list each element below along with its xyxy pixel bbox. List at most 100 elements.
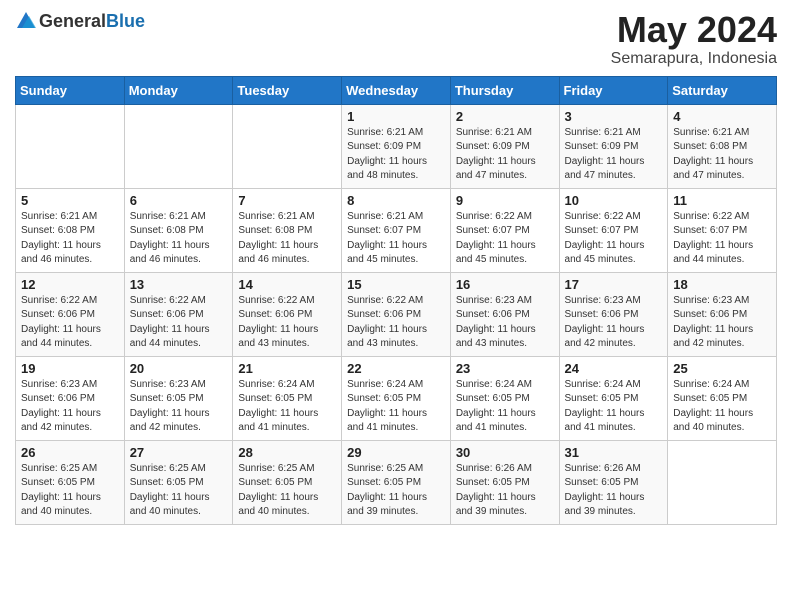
calendar-cell: 8 Sunrise: 6:21 AM Sunset: 6:07 PM Daylig… — [342, 188, 451, 272]
calendar-cell: 31 Sunrise: 6:26 AM Sunset: 6:05 PM Dayli… — [559, 440, 668, 524]
calendar-cell: 11 Sunrise: 6:22 AM Sunset: 6:07 PM Dayli… — [668, 188, 777, 272]
weekday-header-thursday: Thursday — [450, 76, 559, 104]
calendar-cell: 16Sunrise: 6:23 AM Sunset: 6:06 PM Dayli… — [450, 272, 559, 356]
calendar-week-row: 5 Sunrise: 6:21 AM Sunset: 6:08 PM Daylig… — [16, 188, 777, 272]
logo: GeneralBlue — [15, 10, 145, 32]
calendar-cell: 10Sunrise: 6:22 AM Sunset: 6:07 PM Dayli… — [559, 188, 668, 272]
calendar-cell: 19Sunrise: 6:23 AM Sunset: 6:06 PM Dayli… — [16, 356, 125, 440]
calendar-cell: 20 Sunrise: 6:23 AM Sunset: 6:05 PM Dayli… — [124, 356, 233, 440]
calendar-cell: 29 Sunrise: 6:25 AM Sunset: 6:05 PM Dayli… — [342, 440, 451, 524]
cell-content: Sunrise: 6:24 AM Sunset: 6:05 PM Dayligh… — [565, 378, 663, 436]
day-number: 31 — [565, 445, 663, 460]
calendar-header: SundayMondayTuesdayWednesdayThursdayFrid… — [16, 76, 777, 104]
weekday-header-friday: Friday — [559, 76, 668, 104]
cell-content: Sunrise: 6:22 AM Sunset: 6:07 PM Dayligh… — [456, 210, 554, 268]
day-number: 1 — [347, 109, 445, 124]
day-number: 8 — [347, 193, 445, 208]
calendar-cell: 27 Sunrise: 6:25 AM Sunset: 6:05 PM Dayli… — [124, 440, 233, 524]
logo-blue: Blue — [106, 11, 145, 31]
day-number: 20 — [130, 361, 228, 376]
cell-content: Sunrise: 6:23 AM Sunset: 6:06 PM Dayligh… — [565, 294, 663, 352]
day-number: 30 — [456, 445, 554, 460]
day-number: 12 — [21, 277, 119, 292]
calendar-table: SundayMondayTuesdayWednesdayThursdayFrid… — [15, 76, 777, 525]
cell-content: Sunrise: 6:23 AM Sunset: 6:05 PM Dayligh… — [130, 378, 228, 436]
cell-content: Sunrise: 6:22 AM Sunset: 6:06 PM Dayligh… — [21, 294, 119, 352]
calendar-cell: 1 Sunrise: 6:21 AM Sunset: 6:09 PM Daylig… — [342, 104, 451, 188]
calendar-cell — [668, 440, 777, 524]
calendar-cell: 21Sunrise: 6:24 AM Sunset: 6:05 PM Dayli… — [233, 356, 342, 440]
calendar-cell: 25 Sunrise: 6:24 AM Sunset: 6:05 PM Dayli… — [668, 356, 777, 440]
day-number: 14 — [238, 277, 336, 292]
calendar-cell — [233, 104, 342, 188]
calendar-cell: 15 Sunrise: 6:22 AM Sunset: 6:06 PM Dayli… — [342, 272, 451, 356]
day-number: 21 — [238, 361, 336, 376]
cell-content: Sunrise: 6:21 AM Sunset: 6:09 PM Dayligh… — [565, 126, 663, 184]
day-number: 4 — [673, 109, 771, 124]
logo-icon — [15, 10, 37, 32]
calendar-cell: 5 Sunrise: 6:21 AM Sunset: 6:08 PM Daylig… — [16, 188, 125, 272]
day-number: 7 — [238, 193, 336, 208]
weekday-header-tuesday: Tuesday — [233, 76, 342, 104]
calendar-cell: 7 Sunrise: 6:21 AM Sunset: 6:08 PM Daylig… — [233, 188, 342, 272]
cell-content: Sunrise: 6:25 AM Sunset: 6:05 PM Dayligh… — [347, 462, 445, 520]
calendar-cell: 13 Sunrise: 6:22 AM Sunset: 6:06 PM Dayli… — [124, 272, 233, 356]
day-number: 26 — [21, 445, 119, 460]
calendar-cell — [124, 104, 233, 188]
day-number: 10 — [565, 193, 663, 208]
calendar-cell: 23 Sunrise: 6:24 AM Sunset: 6:05 PM Dayli… — [450, 356, 559, 440]
day-number: 25 — [673, 361, 771, 376]
day-number: 19 — [21, 361, 119, 376]
cell-content: Sunrise: 6:25 AM Sunset: 6:05 PM Dayligh… — [238, 462, 336, 520]
day-number: 13 — [130, 277, 228, 292]
day-number: 6 — [130, 193, 228, 208]
day-number: 29 — [347, 445, 445, 460]
day-number: 18 — [673, 277, 771, 292]
page-header: GeneralBlue May 2024 Semarapura, Indones… — [15, 10, 777, 68]
cell-content: Sunrise: 6:24 AM Sunset: 6:05 PM Dayligh… — [673, 378, 771, 436]
calendar-subtitle: Semarapura, Indonesia — [611, 50, 777, 68]
cell-content: Sunrise: 6:21 AM Sunset: 6:08 PM Dayligh… — [673, 126, 771, 184]
cell-content: Sunrise: 6:25 AM Sunset: 6:05 PM Dayligh… — [130, 462, 228, 520]
cell-content: Sunrise: 6:25 AM Sunset: 6:05 PM Dayligh… — [21, 462, 119, 520]
cell-content: Sunrise: 6:21 AM Sunset: 6:09 PM Dayligh… — [347, 126, 445, 184]
day-number: 9 — [456, 193, 554, 208]
day-number: 5 — [21, 193, 119, 208]
day-number: 24 — [565, 361, 663, 376]
calendar-week-row: 19Sunrise: 6:23 AM Sunset: 6:06 PM Dayli… — [16, 356, 777, 440]
calendar-cell: 17 Sunrise: 6:23 AM Sunset: 6:06 PM Dayli… — [559, 272, 668, 356]
cell-content: Sunrise: 6:24 AM Sunset: 6:05 PM Dayligh… — [456, 378, 554, 436]
calendar-cell: 18Sunrise: 6:23 AM Sunset: 6:06 PM Dayli… — [668, 272, 777, 356]
cell-content: Sunrise: 6:22 AM Sunset: 6:06 PM Dayligh… — [130, 294, 228, 352]
weekday-header-wednesday: Wednesday — [342, 76, 451, 104]
day-number: 28 — [238, 445, 336, 460]
calendar-cell: 2Sunrise: 6:21 AM Sunset: 6:09 PM Daylig… — [450, 104, 559, 188]
calendar-week-row: 12 Sunrise: 6:22 AM Sunset: 6:06 PM Dayli… — [16, 272, 777, 356]
weekday-header-sunday: Sunday — [16, 76, 125, 104]
day-number: 17 — [565, 277, 663, 292]
calendar-week-row: 1 Sunrise: 6:21 AM Sunset: 6:09 PM Daylig… — [16, 104, 777, 188]
day-number: 15 — [347, 277, 445, 292]
cell-content: Sunrise: 6:24 AM Sunset: 6:05 PM Dayligh… — [347, 378, 445, 436]
cell-content: Sunrise: 6:21 AM Sunset: 6:08 PM Dayligh… — [21, 210, 119, 268]
day-number: 27 — [130, 445, 228, 460]
cell-content: Sunrise: 6:26 AM Sunset: 6:05 PM Dayligh… — [456, 462, 554, 520]
cell-content: Sunrise: 6:26 AM Sunset: 6:05 PM Dayligh… — [565, 462, 663, 520]
day-number: 2 — [456, 109, 554, 124]
day-number: 11 — [673, 193, 771, 208]
calendar-cell — [16, 104, 125, 188]
cell-content: Sunrise: 6:23 AM Sunset: 6:06 PM Dayligh… — [456, 294, 554, 352]
calendar-cell: 3 Sunrise: 6:21 AM Sunset: 6:09 PM Daylig… — [559, 104, 668, 188]
day-number: 3 — [565, 109, 663, 124]
calendar-cell: 6Sunrise: 6:21 AM Sunset: 6:08 PM Daylig… — [124, 188, 233, 272]
weekday-header-row: SundayMondayTuesdayWednesdayThursdayFrid… — [16, 76, 777, 104]
cell-content: Sunrise: 6:21 AM Sunset: 6:08 PM Dayligh… — [238, 210, 336, 268]
cell-content: Sunrise: 6:22 AM Sunset: 6:06 PM Dayligh… — [347, 294, 445, 352]
calendar-cell: 24 Sunrise: 6:24 AM Sunset: 6:05 PM Dayli… — [559, 356, 668, 440]
cell-content: Sunrise: 6:21 AM Sunset: 6:07 PM Dayligh… — [347, 210, 445, 268]
cell-content: Sunrise: 6:22 AM Sunset: 6:06 PM Dayligh… — [238, 294, 336, 352]
cell-content: Sunrise: 6:22 AM Sunset: 6:07 PM Dayligh… — [673, 210, 771, 268]
day-number: 23 — [456, 361, 554, 376]
calendar-cell: 22Sunrise: 6:24 AM Sunset: 6:05 PM Dayli… — [342, 356, 451, 440]
logo-general: General — [39, 11, 106, 31]
